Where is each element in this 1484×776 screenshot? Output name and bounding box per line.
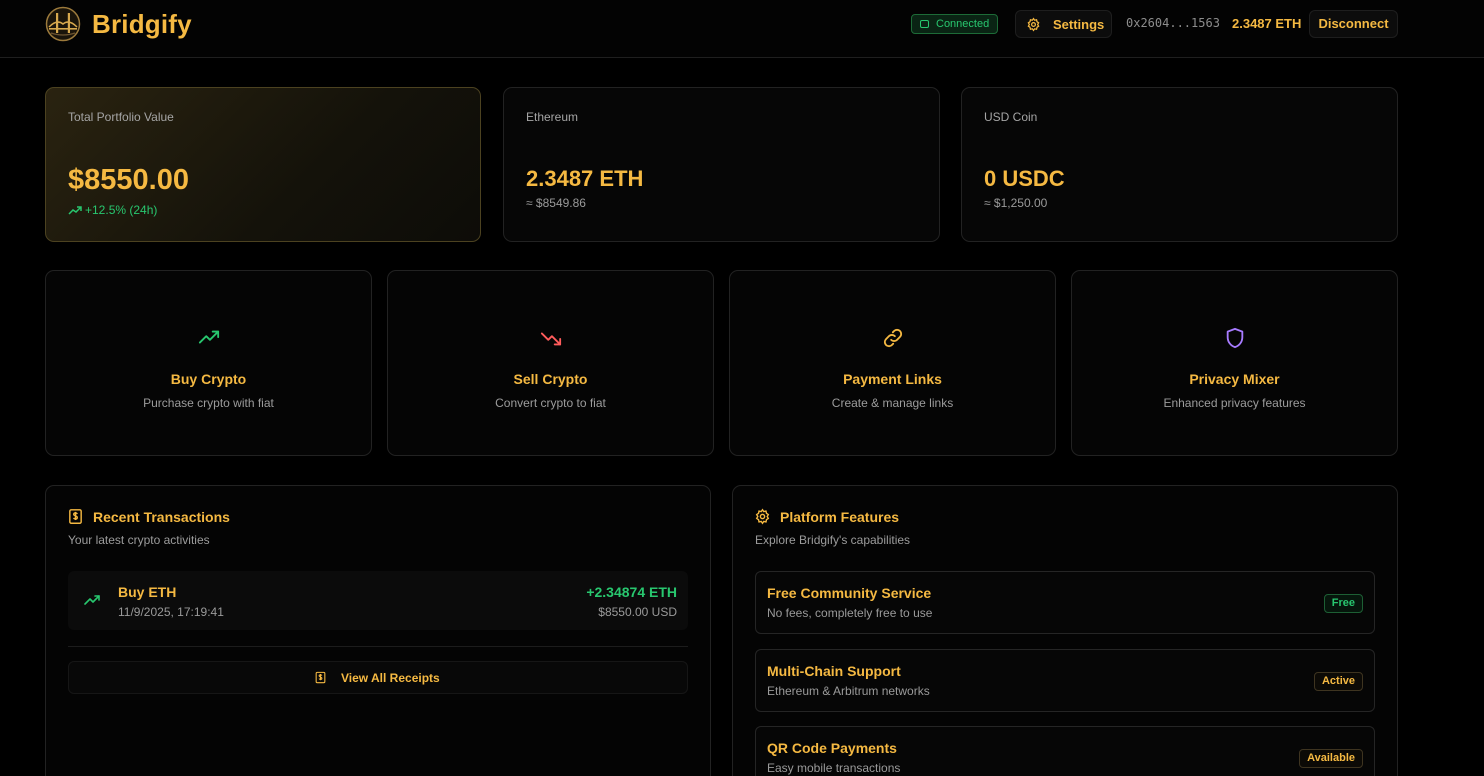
portfolio-change: +12.5% (24h) xyxy=(68,203,157,217)
ethereum-card: Ethereum 2.3487 ETH ≈ $8549.86 xyxy=(503,87,940,242)
feature-title: QR Code Payments xyxy=(767,740,897,756)
feature-subtitle: No fees, completely free to use xyxy=(767,606,933,620)
receipt-icon xyxy=(315,671,326,684)
gear-icon xyxy=(1027,17,1040,32)
view-all-receipts-button[interactable]: View All Receipts xyxy=(68,661,688,694)
brand-name[interactable]: Bridgify xyxy=(92,9,192,40)
divider xyxy=(68,646,688,647)
transaction-usd-amount: $8550.00 USD xyxy=(598,605,677,619)
privacy-mixer-title: Privacy Mixer xyxy=(1189,371,1280,387)
platform-features-panel: Platform Features Explore Bridgify's cap… xyxy=(732,485,1398,776)
settings-button[interactable]: Settings xyxy=(1015,10,1112,38)
transaction-type: Buy ETH xyxy=(118,584,177,600)
privacy-mixer-subtitle: Enhanced privacy features xyxy=(1163,396,1306,410)
payment-links-title: Payment Links xyxy=(843,371,942,387)
ethereum-value: 2.3487 ETH xyxy=(526,166,644,191)
recent-transactions-panel: Recent Transactions Your latest crypto a… xyxy=(45,485,711,776)
feature-item: Free Community Service No fees, complete… xyxy=(755,571,1375,634)
buy-crypto-subtitle: Purchase crypto with fiat xyxy=(143,396,274,410)
feature-status-badge: Active xyxy=(1313,672,1363,691)
platform-features-title: Platform Features xyxy=(780,509,900,525)
disconnect-button[interactable]: Disconnect xyxy=(1309,10,1398,38)
link-icon xyxy=(883,328,903,348)
trending-up-icon xyxy=(68,206,82,215)
portfolio-change-text: +12.5% (24h) xyxy=(85,203,158,217)
ethereum-label: Ethereum xyxy=(526,110,579,124)
wallet-address: 0x2604...1563 xyxy=(1126,16,1220,30)
usdc-usd-value: ≈ $1,250.00 xyxy=(984,196,1048,210)
trending-down-icon xyxy=(540,332,562,346)
transaction-date: 11/9/2025, 17:19:41 xyxy=(118,605,224,619)
recent-transactions-title: Recent Transactions xyxy=(93,509,230,525)
transaction-row[interactable]: Buy ETH 11/9/2025, 17:19:41 +2.34874 ETH… xyxy=(68,571,688,630)
ethereum-usd-value: ≈ $8549.86 xyxy=(526,196,586,210)
gear-icon xyxy=(755,508,770,525)
privacy-mixer-card[interactable]: Privacy Mixer Enhanced privacy features xyxy=(1071,270,1398,456)
trending-up-icon xyxy=(84,595,100,605)
buy-crypto-card[interactable]: Buy Crypto Purchase crypto with fiat xyxy=(45,270,372,456)
payment-links-card[interactable]: Payment Links Create & manage links xyxy=(729,270,1056,456)
top-navigation-bar: Bridgify Connected Settings 0x2604...156… xyxy=(0,0,1484,58)
connection-status-label: Connected xyxy=(936,18,990,30)
feature-status-badge: Free xyxy=(1323,594,1363,613)
usdc-card: USD Coin 0 USDC ≈ $1,250.00 xyxy=(961,87,1398,242)
buy-crypto-title: Buy Crypto xyxy=(170,371,247,387)
portfolio-value: $8550.00 xyxy=(68,164,189,196)
wallet-balance: 2.3487 ETH xyxy=(1232,16,1302,31)
sell-crypto-subtitle: Convert crypto to fiat xyxy=(495,396,606,410)
receipt-icon xyxy=(69,509,82,524)
view-all-receipts-label: View All Receipts xyxy=(341,671,440,685)
feature-subtitle: Ethereum & Arbitrum networks xyxy=(767,684,930,698)
feature-item: QR Code Payments Easy mobile transaction… xyxy=(755,726,1375,776)
shield-icon xyxy=(1226,327,1244,349)
feature-title: Free Community Service xyxy=(767,585,932,601)
bridge-logo-icon[interactable] xyxy=(45,6,81,42)
trending-up-icon xyxy=(198,330,220,344)
recent-transactions-subtitle: Your latest crypto activities xyxy=(68,533,210,547)
portfolio-label: Total Portfolio Value xyxy=(68,110,174,124)
payment-links-subtitle: Create & manage links xyxy=(831,396,954,410)
connection-status-badge: Connected xyxy=(911,14,999,34)
feature-item: Multi-Chain Support Ethereum & Arbitrum … xyxy=(755,649,1375,712)
sell-crypto-card[interactable]: Sell Crypto Convert crypto to fiat xyxy=(387,270,714,456)
sell-crypto-title: Sell Crypto xyxy=(513,371,588,387)
usdc-label: USD Coin xyxy=(984,110,1038,124)
feature-title: Multi-Chain Support xyxy=(767,663,901,679)
feature-status-badge: Available xyxy=(1299,749,1363,768)
settings-label: Settings xyxy=(1053,17,1105,32)
feature-subtitle: Easy mobile transactions xyxy=(767,761,901,775)
transaction-amount: +2.34874 ETH xyxy=(586,584,677,600)
total-portfolio-card: Total Portfolio Value $8550.00 +12.5% (2… xyxy=(45,87,481,242)
usdc-value: 0 USDC xyxy=(984,166,1065,191)
platform-features-subtitle: Explore Bridgify's capabilities xyxy=(755,533,911,547)
wallet-icon xyxy=(920,20,929,28)
